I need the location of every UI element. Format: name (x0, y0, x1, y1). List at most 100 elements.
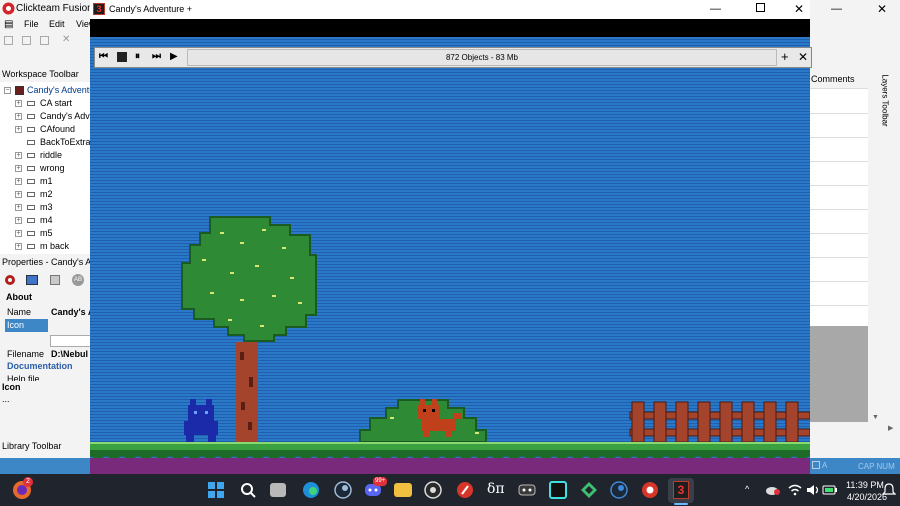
notification-bell-icon[interactable] (882, 483, 896, 497)
obs-icon[interactable] (424, 481, 442, 499)
debug-close-icon[interactable]: ✕ (798, 50, 808, 64)
minimize-icon[interactable]: — (831, 3, 842, 15)
close-icon[interactable]: ✕ (877, 2, 887, 16)
ground (90, 458, 810, 474)
chevron-up-icon[interactable]: ^ (745, 484, 749, 494)
game-titlebar: 3 Candy's Adventure + — ✕ (90, 0, 810, 19)
frame-icon (27, 244, 35, 249)
file-explorer-icon[interactable] (394, 483, 412, 497)
clock-time[interactable]: 11:39 PM (846, 480, 884, 490)
application-icon (15, 86, 24, 95)
gear-icon[interactable] (3, 273, 17, 287)
frame-icon (27, 101, 35, 106)
icon-row[interactable]: Icon (0, 319, 92, 333)
scroll-right-icon[interactable]: ▶ (888, 424, 893, 432)
tree-item[interactable]: + m1 (0, 175, 92, 188)
frame-icon (27, 140, 35, 145)
play-icon[interactable]: ▶ (170, 51, 178, 62)
app-icon[interactable] (580, 481, 598, 499)
menu-file[interactable]: File (24, 19, 39, 29)
debugger-toolbar: ⏮ ⏸ ⏭ ▶ 872 Objects - 83 Mb + ✕ (94, 47, 812, 68)
frame-icon (27, 179, 35, 184)
edge-icon[interactable] (302, 481, 320, 499)
tree-item[interactable]: + wrong (0, 162, 92, 175)
tree-item[interactable]: + CAfound (0, 123, 92, 136)
game-header-black (90, 19, 810, 37)
steam-icon[interactable] (334, 481, 352, 499)
tree-item[interactable]: BackToExtra (0, 136, 92, 149)
comments-grid[interactable] (810, 88, 868, 326)
active-indicator (674, 503, 688, 505)
menu-edit[interactable]: Edit (49, 19, 65, 29)
new-icon[interactable] (4, 36, 13, 45)
open-icon[interactable] (22, 36, 31, 45)
pause-icon[interactable]: ⏸ (135, 51, 140, 62)
save-icon[interactable] (40, 36, 49, 45)
capcut-icon[interactable] (549, 481, 567, 499)
game-scene[interactable] (90, 37, 810, 474)
cloud-error-icon[interactable] (766, 484, 780, 496)
icon-description: ... (2, 394, 10, 404)
status-indicator-icon (812, 461, 820, 469)
status-right-text: CAP NUM (858, 462, 895, 471)
tree-item[interactable]: + m back (0, 240, 92, 253)
help-file-row[interactable]: Help file (7, 374, 99, 381)
discord-badge: 99+ (373, 477, 388, 486)
frame-icon (27, 205, 35, 210)
grey-area (810, 326, 868, 422)
status-left-text: A (822, 461, 828, 470)
debug-status: 872 Objects - 83 Mb (187, 49, 777, 66)
icon-field[interactable] (50, 335, 92, 347)
play-icon[interactable] (50, 275, 60, 285)
volume-icon[interactable] (806, 484, 820, 496)
tree-item[interactable]: + m4 (0, 214, 92, 227)
frame-icon (27, 166, 35, 171)
delta-pi-icon[interactable]: δπ (487, 481, 505, 497)
windows-start-icon[interactable] (208, 482, 224, 498)
filename-row[interactable]: Filename D:\Nebul (0, 348, 92, 362)
tree-item[interactable]: + m3 (0, 201, 92, 214)
tree-item[interactable]: + m5 (0, 227, 92, 240)
task-view-icon[interactable] (270, 483, 286, 497)
cut-icon[interactable]: ✕ (62, 34, 70, 45)
tree-root[interactable]: − Candy's Adventure (0, 84, 92, 97)
game-minimize-icon[interactable]: — (710, 3, 721, 15)
expand-icon[interactable]: + (781, 49, 789, 64)
tree-item[interactable]: + riddle (0, 149, 92, 162)
workspace-toolbar-label: Workspace Toolbar (2, 69, 79, 79)
name-row[interactable]: Name Candy's A (0, 306, 92, 320)
tree-item[interactable]: + Candy's Adve (0, 110, 92, 123)
frame-icon (27, 153, 35, 158)
red-app-icon[interactable] (456, 481, 474, 499)
frame-icon (27, 127, 35, 132)
about-section: About (6, 292, 32, 302)
game-maximize-icon[interactable] (756, 3, 765, 12)
game-app-icon: 3 (93, 3, 105, 15)
search-icon[interactable] (240, 482, 256, 498)
steam-icon-2[interactable] (610, 481, 628, 499)
stop-icon[interactable] (117, 52, 127, 62)
game-icon[interactable] (518, 483, 536, 497)
ab-icon[interactable]: AB (72, 274, 84, 286)
frame-icon (27, 218, 35, 223)
frame-icon (27, 231, 35, 236)
tree-item[interactable]: + m2 (0, 188, 92, 201)
game-close-icon[interactable]: ✕ (794, 2, 804, 16)
layers-toolbar-tab[interactable]: Layers Toolbar (881, 70, 893, 130)
frame-icon (27, 192, 35, 197)
clickteam-icon[interactable]: 3 (673, 481, 689, 499)
rewind-icon[interactable]: ⏮ (99, 51, 108, 62)
documentation-section: Documentation (7, 361, 73, 371)
app-menu-icon[interactable]: ▤ (4, 19, 13, 30)
battery-icon[interactable] (822, 484, 838, 496)
window-icon[interactable] (26, 275, 38, 285)
frame-icon (27, 114, 35, 119)
taskbar: 2 99+ δπ 3 ^ 11:39 PM 4/20/2026 (0, 474, 900, 506)
step-icon[interactable]: ⏭ (152, 51, 161, 62)
tree-item[interactable]: + CA start (0, 97, 92, 110)
wifi-icon[interactable] (788, 484, 802, 496)
properties-label: Properties - Candy's A (2, 257, 92, 267)
app-toolbar: ✕ (4, 34, 90, 46)
chrome-icon[interactable] (641, 481, 659, 499)
scroll-down-icon[interactable]: ▼ (872, 414, 879, 421)
